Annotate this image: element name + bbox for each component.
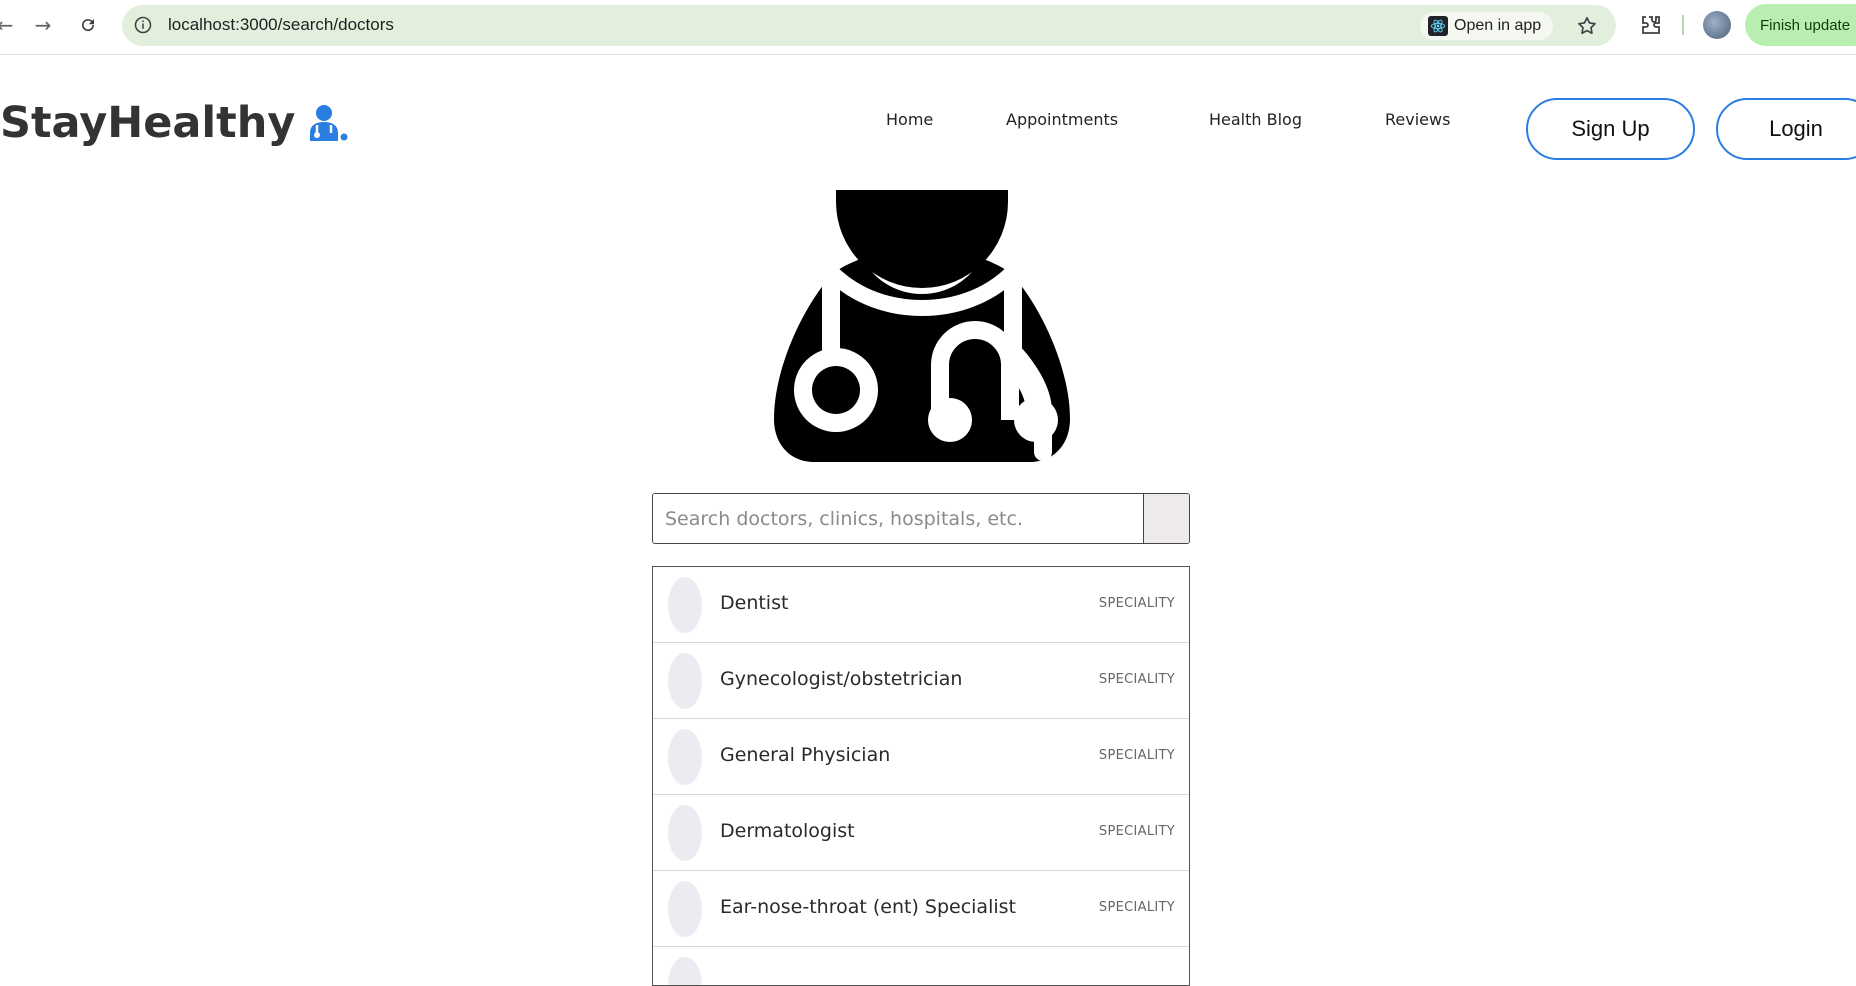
result-tag: SPECIALITY	[1098, 596, 1175, 611]
browser-toolbar: ← → localhost:3000/search/doctors Open i…	[0, 0, 1856, 55]
result-item[interactable]: Dentist SPECIALITY	[653, 567, 1189, 643]
site-info-icon[interactable]	[134, 16, 152, 34]
result-avatar	[668, 805, 702, 861]
url-text: localhost:3000/search/doctors	[168, 15, 394, 34]
nav-appointments[interactable]: Appointments	[1006, 110, 1118, 129]
toolbar-divider	[1682, 15, 1684, 35]
logo-text: StayHealthy	[0, 98, 296, 148]
result-avatar	[668, 957, 702, 985]
result-name: General Physician	[720, 744, 891, 766]
result-avatar	[668, 577, 702, 633]
result-item[interactable]: Ear-nose-throat (ent) Specialist SPECIAL…	[653, 871, 1189, 947]
finish-update-button[interactable]: Finish update	[1745, 4, 1856, 46]
search-input[interactable]	[653, 494, 1143, 543]
result-name: Dentist	[720, 592, 789, 614]
result-item[interactable]	[653, 947, 1189, 985]
reload-icon[interactable]	[75, 12, 101, 38]
result-item[interactable]: Gynecologist/obstetrician SPECIALITY	[653, 643, 1189, 719]
react-app-icon	[1428, 16, 1448, 36]
result-tag: SPECIALITY	[1098, 900, 1175, 915]
site-logo[interactable]: StayHealthy	[0, 98, 349, 148]
result-avatar	[668, 881, 702, 937]
profile-avatar[interactable]	[1703, 11, 1731, 39]
bookmark-star-icon[interactable]	[1576, 15, 1598, 37]
result-name: Gynecologist/obstetrician	[720, 668, 963, 690]
forward-icon[interactable]: →	[30, 12, 56, 38]
search-bar	[652, 493, 1190, 544]
result-name: Ear-nose-throat (ent) Specialist	[720, 896, 1016, 918]
result-tag: SPECIALITY	[1098, 824, 1175, 839]
search-results-list: Dentist SPECIALITY Gynecologist/obstetri…	[652, 566, 1190, 986]
open-in-app-button[interactable]: Open in app	[1420, 12, 1554, 40]
nav-home[interactable]: Home	[886, 110, 933, 129]
result-avatar	[668, 653, 702, 709]
doctor-illustration-icon	[774, 190, 1070, 462]
nav-health-blog[interactable]: Health Blog	[1209, 110, 1302, 129]
result-item[interactable]: Dermatologist SPECIALITY	[653, 795, 1189, 871]
result-tag: SPECIALITY	[1098, 748, 1175, 763]
nav-reviews[interactable]: Reviews	[1385, 110, 1450, 129]
search-button[interactable]	[1143, 494, 1189, 543]
result-avatar	[668, 729, 702, 785]
signup-button[interactable]: Sign Up	[1526, 98, 1695, 160]
extensions-icon[interactable]	[1639, 13, 1663, 37]
login-button[interactable]: Login	[1716, 98, 1856, 160]
open-in-app-label: Open in app	[1454, 17, 1542, 34]
result-name: Dermatologist	[720, 820, 855, 842]
address-bar[interactable]: localhost:3000/search/doctors Open in ap…	[122, 5, 1616, 46]
result-tag: SPECIALITY	[1098, 672, 1175, 687]
doctor-logo-icon	[310, 105, 348, 141]
result-item[interactable]: General Physician SPECIALITY	[653, 719, 1189, 795]
back-icon[interactable]: ←	[0, 12, 18, 38]
